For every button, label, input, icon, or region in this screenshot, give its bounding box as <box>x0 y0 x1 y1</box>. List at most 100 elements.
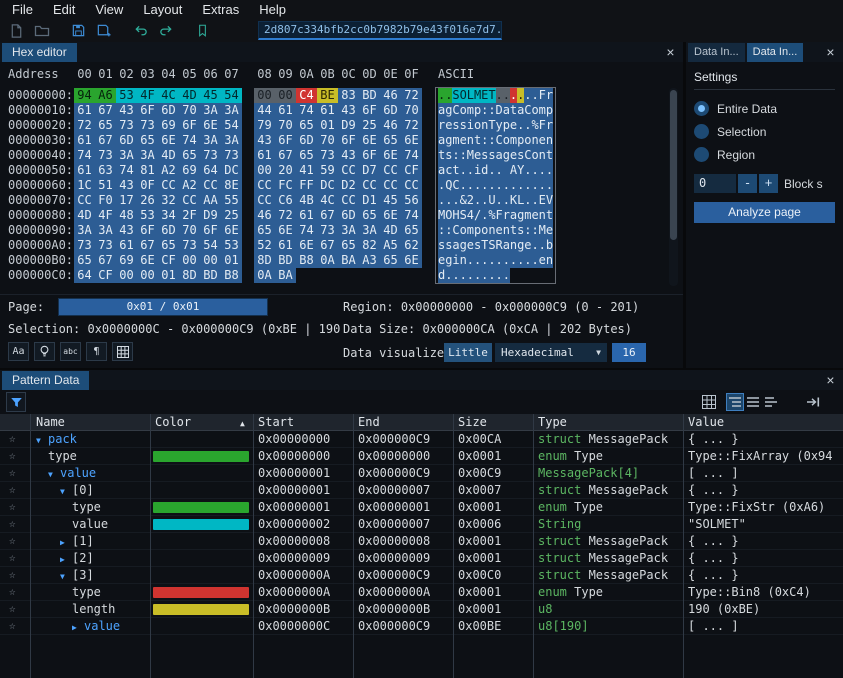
ascii-char[interactable]: . <box>496 178 503 193</box>
ascii-char[interactable]: m <box>524 208 531 223</box>
hex-byte[interactable]: 67 <box>137 238 158 253</box>
pattern-row[interactable]: ☆▶[1]0x000000080x000000080x0001struct Me… <box>0 533 843 550</box>
hex-byte[interactable]: 00 <box>254 163 275 178</box>
hex-byte[interactable]: 6E <box>137 253 158 268</box>
hex-byte[interactable]: 3A <box>200 133 221 148</box>
pattern-row[interactable]: ☆▶[2]0x000000090x000000090x0001struct Me… <box>0 550 843 567</box>
hex-byte[interactable]: 61 <box>275 238 296 253</box>
ascii-char[interactable]: t <box>510 103 517 118</box>
hex-byte[interactable]: BE <box>317 88 338 103</box>
ascii-char[interactable]: . <box>524 118 531 133</box>
page-slider[interactable]: 0x01 / 0x01 <box>58 298 268 316</box>
ascii-char[interactable]: . <box>524 193 531 208</box>
hex-byte[interactable]: 3A <box>137 148 158 163</box>
hex-byte[interactable]: A2 <box>179 178 200 193</box>
ascii-char[interactable]: V <box>546 193 553 208</box>
ascii-char[interactable]: . <box>531 253 538 268</box>
ascii-char[interactable]: n <box>531 133 538 148</box>
ascii-char[interactable]: . <box>445 268 452 283</box>
column-header-type[interactable]: Type <box>538 414 567 431</box>
color-swatch[interactable] <box>153 451 249 462</box>
hex-byte[interactable]: 73 <box>317 148 338 163</box>
ascii-char[interactable]: . <box>531 163 538 178</box>
ascii-char[interactable]: C <box>524 148 531 163</box>
ascii-char[interactable]: a <box>517 103 524 118</box>
ascii-char[interactable]: m <box>467 223 474 238</box>
ascii-char[interactable]: . <box>510 253 517 268</box>
hex-byte[interactable]: 51 <box>95 178 116 193</box>
ascii-char[interactable]: n <box>481 118 488 133</box>
ascii-char[interactable]: a <box>510 208 517 223</box>
ascii-char[interactable]: m <box>510 133 517 148</box>
radio-selection[interactable]: Selection <box>694 120 777 143</box>
hex-byte[interactable]: 63 <box>95 163 116 178</box>
ascii-char[interactable]: . <box>481 193 488 208</box>
hex-byte[interactable]: 61 <box>254 148 275 163</box>
ascii-char[interactable]: . <box>524 88 531 103</box>
block-size-input[interactable]: 0 <box>694 174 736 193</box>
ascii-char[interactable]: U <box>488 193 495 208</box>
hex-byte[interactable]: BD <box>359 88 380 103</box>
hex-byte[interactable]: 64 <box>74 268 95 283</box>
ascii-char[interactable]: e <box>445 118 452 133</box>
ascii-char[interactable]: . <box>531 193 538 208</box>
hex-byte[interactable]: 3A <box>338 223 359 238</box>
ascii-char[interactable]: L <box>517 193 524 208</box>
ascii-char[interactable]: . <box>474 193 481 208</box>
color-swatch[interactable] <box>153 519 249 530</box>
ascii-char[interactable]: . <box>539 163 546 178</box>
hex-byte[interactable]: 6F <box>137 103 158 118</box>
hex-byte[interactable]: 6F <box>179 118 200 133</box>
pattern-row[interactable]: ☆value0x000000020x000000070x0006String"S… <box>0 516 843 533</box>
hex-byte[interactable]: 54 <box>200 238 221 253</box>
analyze-page-button[interactable]: Analyze page <box>694 202 835 223</box>
hex-byte[interactable]: 4B <box>296 193 317 208</box>
hex-byte[interactable]: 1C <box>74 178 95 193</box>
ascii-char[interactable]: : <box>460 148 467 163</box>
hash-input[interactable]: 2d807c334bfb2cc0b7982b79e43f016e7d7... <box>258 21 502 40</box>
hex-byte[interactable]: 01 <box>317 118 338 133</box>
ascii-char[interactable]: T <box>481 238 488 253</box>
increment-button[interactable]: + <box>759 174 778 193</box>
ascii-char[interactable]: 2 <box>467 193 474 208</box>
hex-byte[interactable]: A3 <box>359 253 380 268</box>
pattern-row[interactable]: ☆▶value0x0000000C0x000000C90x00BEu8[190]… <box>0 618 843 635</box>
hex-byte[interactable]: 65 <box>338 238 359 253</box>
hex-byte[interactable]: 00 <box>179 253 200 268</box>
ascii-char[interactable]: : <box>481 133 488 148</box>
hex-byte[interactable]: 74 <box>116 163 137 178</box>
hex-byte[interactable]: FF <box>296 178 317 193</box>
hex-byte[interactable]: 65 <box>179 148 200 163</box>
ascii-char[interactable]: . <box>531 238 538 253</box>
pattern-row[interactable]: ☆▼pack0x000000000x000000C90x00CAstruct M… <box>0 431 843 448</box>
ascii-char[interactable]: F <box>496 208 503 223</box>
column-header-end[interactable]: End <box>358 414 380 431</box>
ascii-char[interactable]: t <box>474 133 481 148</box>
hex-byte[interactable]: CF <box>95 268 116 283</box>
hex-byte[interactable]: 6F <box>338 133 359 148</box>
hex-byte[interactable]: 6D <box>380 103 401 118</box>
ascii-char[interactable]: d <box>481 163 488 178</box>
ascii-char[interactable]: e <box>474 148 481 163</box>
ascii-char[interactable]: o <box>460 103 467 118</box>
hex-byte[interactable]: 3A <box>221 133 242 148</box>
ascii-char[interactable]: a <box>438 163 445 178</box>
hex-byte[interactable]: 53 <box>137 208 158 223</box>
favorite-star-icon[interactable]: ☆ <box>9 482 16 498</box>
hex-byte[interactable]: BA <box>275 268 296 283</box>
ascii-char[interactable]: s <box>481 148 488 163</box>
ascii-char[interactable]: o <box>474 118 481 133</box>
hex-byte[interactable]: A2 <box>158 163 179 178</box>
ascii-char[interactable]: g <box>460 238 467 253</box>
hex-byte[interactable]: 4F <box>137 88 158 103</box>
ascii-char[interactable]: T <box>488 88 495 103</box>
ascii-char[interactable]: . <box>460 268 467 283</box>
hex-byte[interactable]: 72 <box>401 88 422 103</box>
ascii-char[interactable]: e <box>524 238 531 253</box>
hex-byte[interactable]: 48 <box>116 208 137 223</box>
ascii-char[interactable]: D <box>496 103 503 118</box>
ascii-char[interactable]: . <box>474 253 481 268</box>
hex-byte[interactable]: 65 <box>95 118 116 133</box>
hex-byte[interactable]: 94 <box>74 88 95 103</box>
favorite-star-icon[interactable]: ☆ <box>9 618 16 634</box>
